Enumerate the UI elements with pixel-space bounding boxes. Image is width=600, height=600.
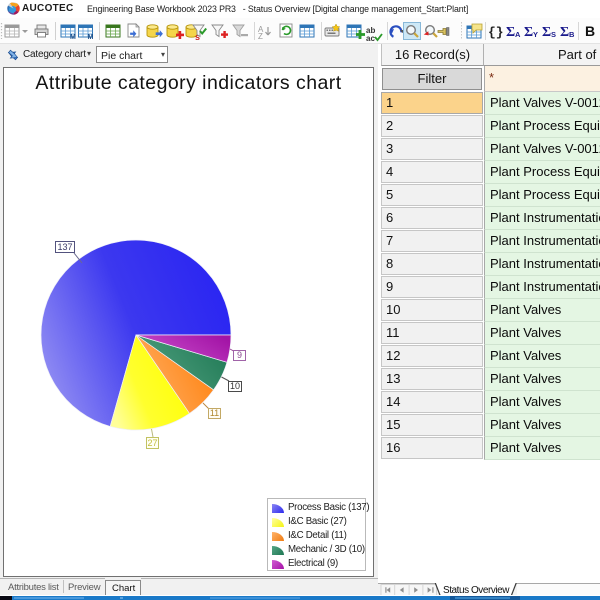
svg-text:M: M: [88, 34, 94, 41]
svg-text:Z: Z: [258, 32, 263, 41]
svg-text:ac: ac: [366, 34, 375, 43]
svg-text:Σ: Σ: [524, 25, 533, 40]
svg-text:Σ: Σ: [506, 25, 515, 40]
svg-text:Y: Y: [533, 30, 538, 39]
svg-text:Σ: Σ: [542, 25, 551, 40]
svg-text:M: M: [70, 34, 76, 41]
svg-text:{}: {}: [488, 25, 504, 40]
svg-text:A: A: [515, 30, 521, 39]
svg-text:B: B: [585, 23, 595, 39]
svg-text:S: S: [551, 30, 556, 39]
svg-text:Σ: Σ: [560, 25, 569, 40]
svg-text:B: B: [569, 30, 575, 39]
